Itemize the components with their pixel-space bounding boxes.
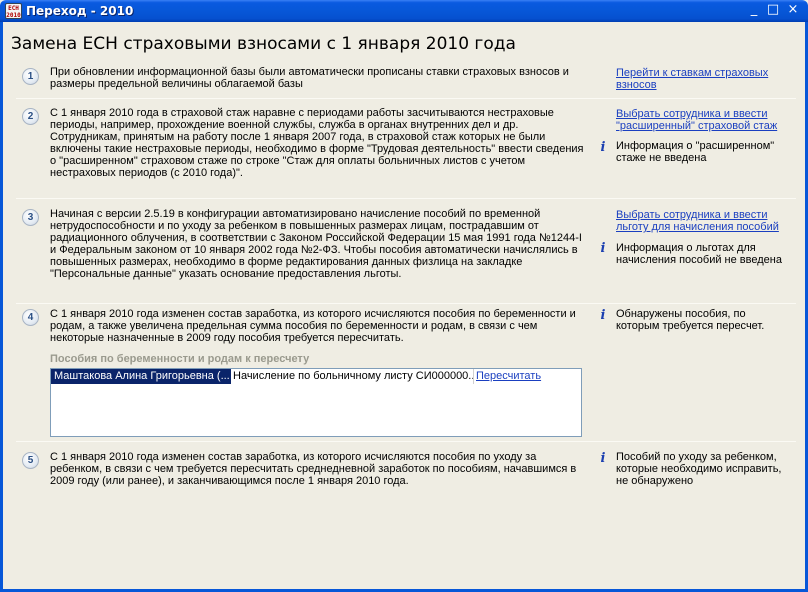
info-text: Пособий по уходу за ребенком, которые не… [616, 451, 782, 487]
section-text: С 1 января 2010 года изменен состав зара… [50, 451, 577, 487]
section-text: С 1 января 2010 года изменен состав зара… [50, 308, 576, 344]
benefit-privilege-link[interactable]: Выбрать сотрудника и ввести льготу для н… [616, 209, 786, 233]
info-icon: i [600, 241, 606, 256]
divider [16, 303, 796, 304]
divider [16, 198, 796, 199]
table-row[interactable]: Маштакова Алина Григорьевна (... Начисле… [51, 369, 581, 384]
info-text: Информация о "расширенном" стаже не введ… [616, 140, 775, 164]
section-text: При обновлении информационной базы были … [50, 66, 569, 90]
section-5: 5 С 1 января 2010 года изменен состав за… [14, 449, 796, 499]
recalc-list[interactable]: Маштакова Алина Григорьевна (... Начисле… [50, 368, 582, 437]
app-icon-label-top: ЕСН [8, 5, 19, 12]
step-number-badge: 4 [22, 309, 39, 326]
window-title: Переход - 2010 [26, 4, 134, 18]
section-1: 1 При обновлении информационной базы был… [14, 66, 796, 96]
rates-link[interactable]: Перейти к ставкам страховых взносов [616, 67, 786, 91]
recalculate-link[interactable]: Пересчитать [475, 369, 541, 384]
section-text: С 1 января 2010 года в страховой стаж на… [50, 107, 584, 179]
maximize-button[interactable]: □ [764, 3, 782, 19]
info-icon: i [600, 451, 606, 466]
step-number-badge: 2 [22, 108, 39, 125]
step-number-badge: 5 [22, 452, 39, 469]
section-text: Начиная с версии 2.5.19 в конфигурации а… [50, 208, 582, 280]
info-icon: i [600, 308, 606, 323]
section-4: 4 С 1 января 2010 года изменен состав за… [14, 307, 796, 439]
app-icon: ЕСН 2010 [5, 3, 22, 19]
info-text: Обнаружены пособия, по которым требуется… [616, 308, 765, 332]
extended-seniority-link[interactable]: Выбрать сотрудника и ввести "расширенный… [616, 108, 786, 132]
app-icon-label-bottom: 2010 [6, 12, 21, 19]
step-number-badge: 1 [22, 68, 39, 85]
minimize-button[interactable]: _ [745, 3, 763, 19]
divider [16, 441, 796, 442]
info-icon: i [600, 140, 606, 155]
employee-cell[interactable]: Маштакова Алина Григорьевна (... [51, 369, 231, 384]
page-title: Замена ЕСН страховыми взносами с 1 январ… [11, 34, 516, 54]
info-text: Информация о льготах для начисления посо… [616, 242, 782, 266]
section-3: 3 Начиная с версии 2.5.19 в конфигурации… [14, 207, 796, 302]
section-2: 2 С 1 января 2010 года в страховой стаж … [14, 106, 796, 196]
document-cell[interactable]: Начисление по больничному листу СИ000000… [231, 369, 474, 384]
close-button[interactable]: × [784, 3, 802, 19]
title-bar[interactable]: ЕСН 2010 Переход - 2010 _ □ × [0, 0, 808, 22]
recalc-list-header: Пособия по беременности и родам к пересч… [50, 353, 310, 365]
step-number-badge: 3 [22, 209, 39, 226]
divider [16, 98, 796, 99]
